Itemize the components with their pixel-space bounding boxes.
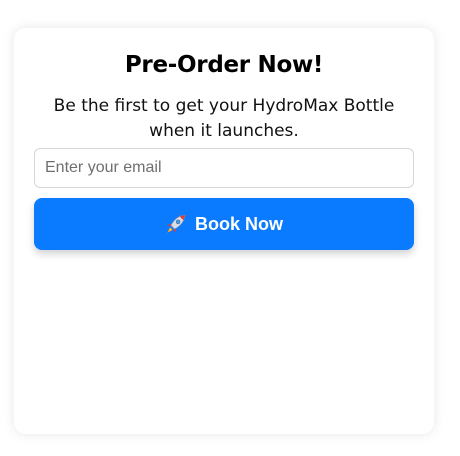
card-subtitle: Be the first to get your HydroMax Bottle…	[53, 96, 395, 141]
preorder-card: Pre-Order Now! Be the first to get your …	[14, 28, 434, 434]
book-now-label: Book Now	[195, 213, 283, 234]
rocket-icon	[165, 213, 187, 235]
email-input[interactable]	[34, 148, 414, 188]
card-title: Pre-Order Now!	[124, 52, 324, 78]
book-now-button[interactable]: Book Now	[34, 198, 414, 250]
